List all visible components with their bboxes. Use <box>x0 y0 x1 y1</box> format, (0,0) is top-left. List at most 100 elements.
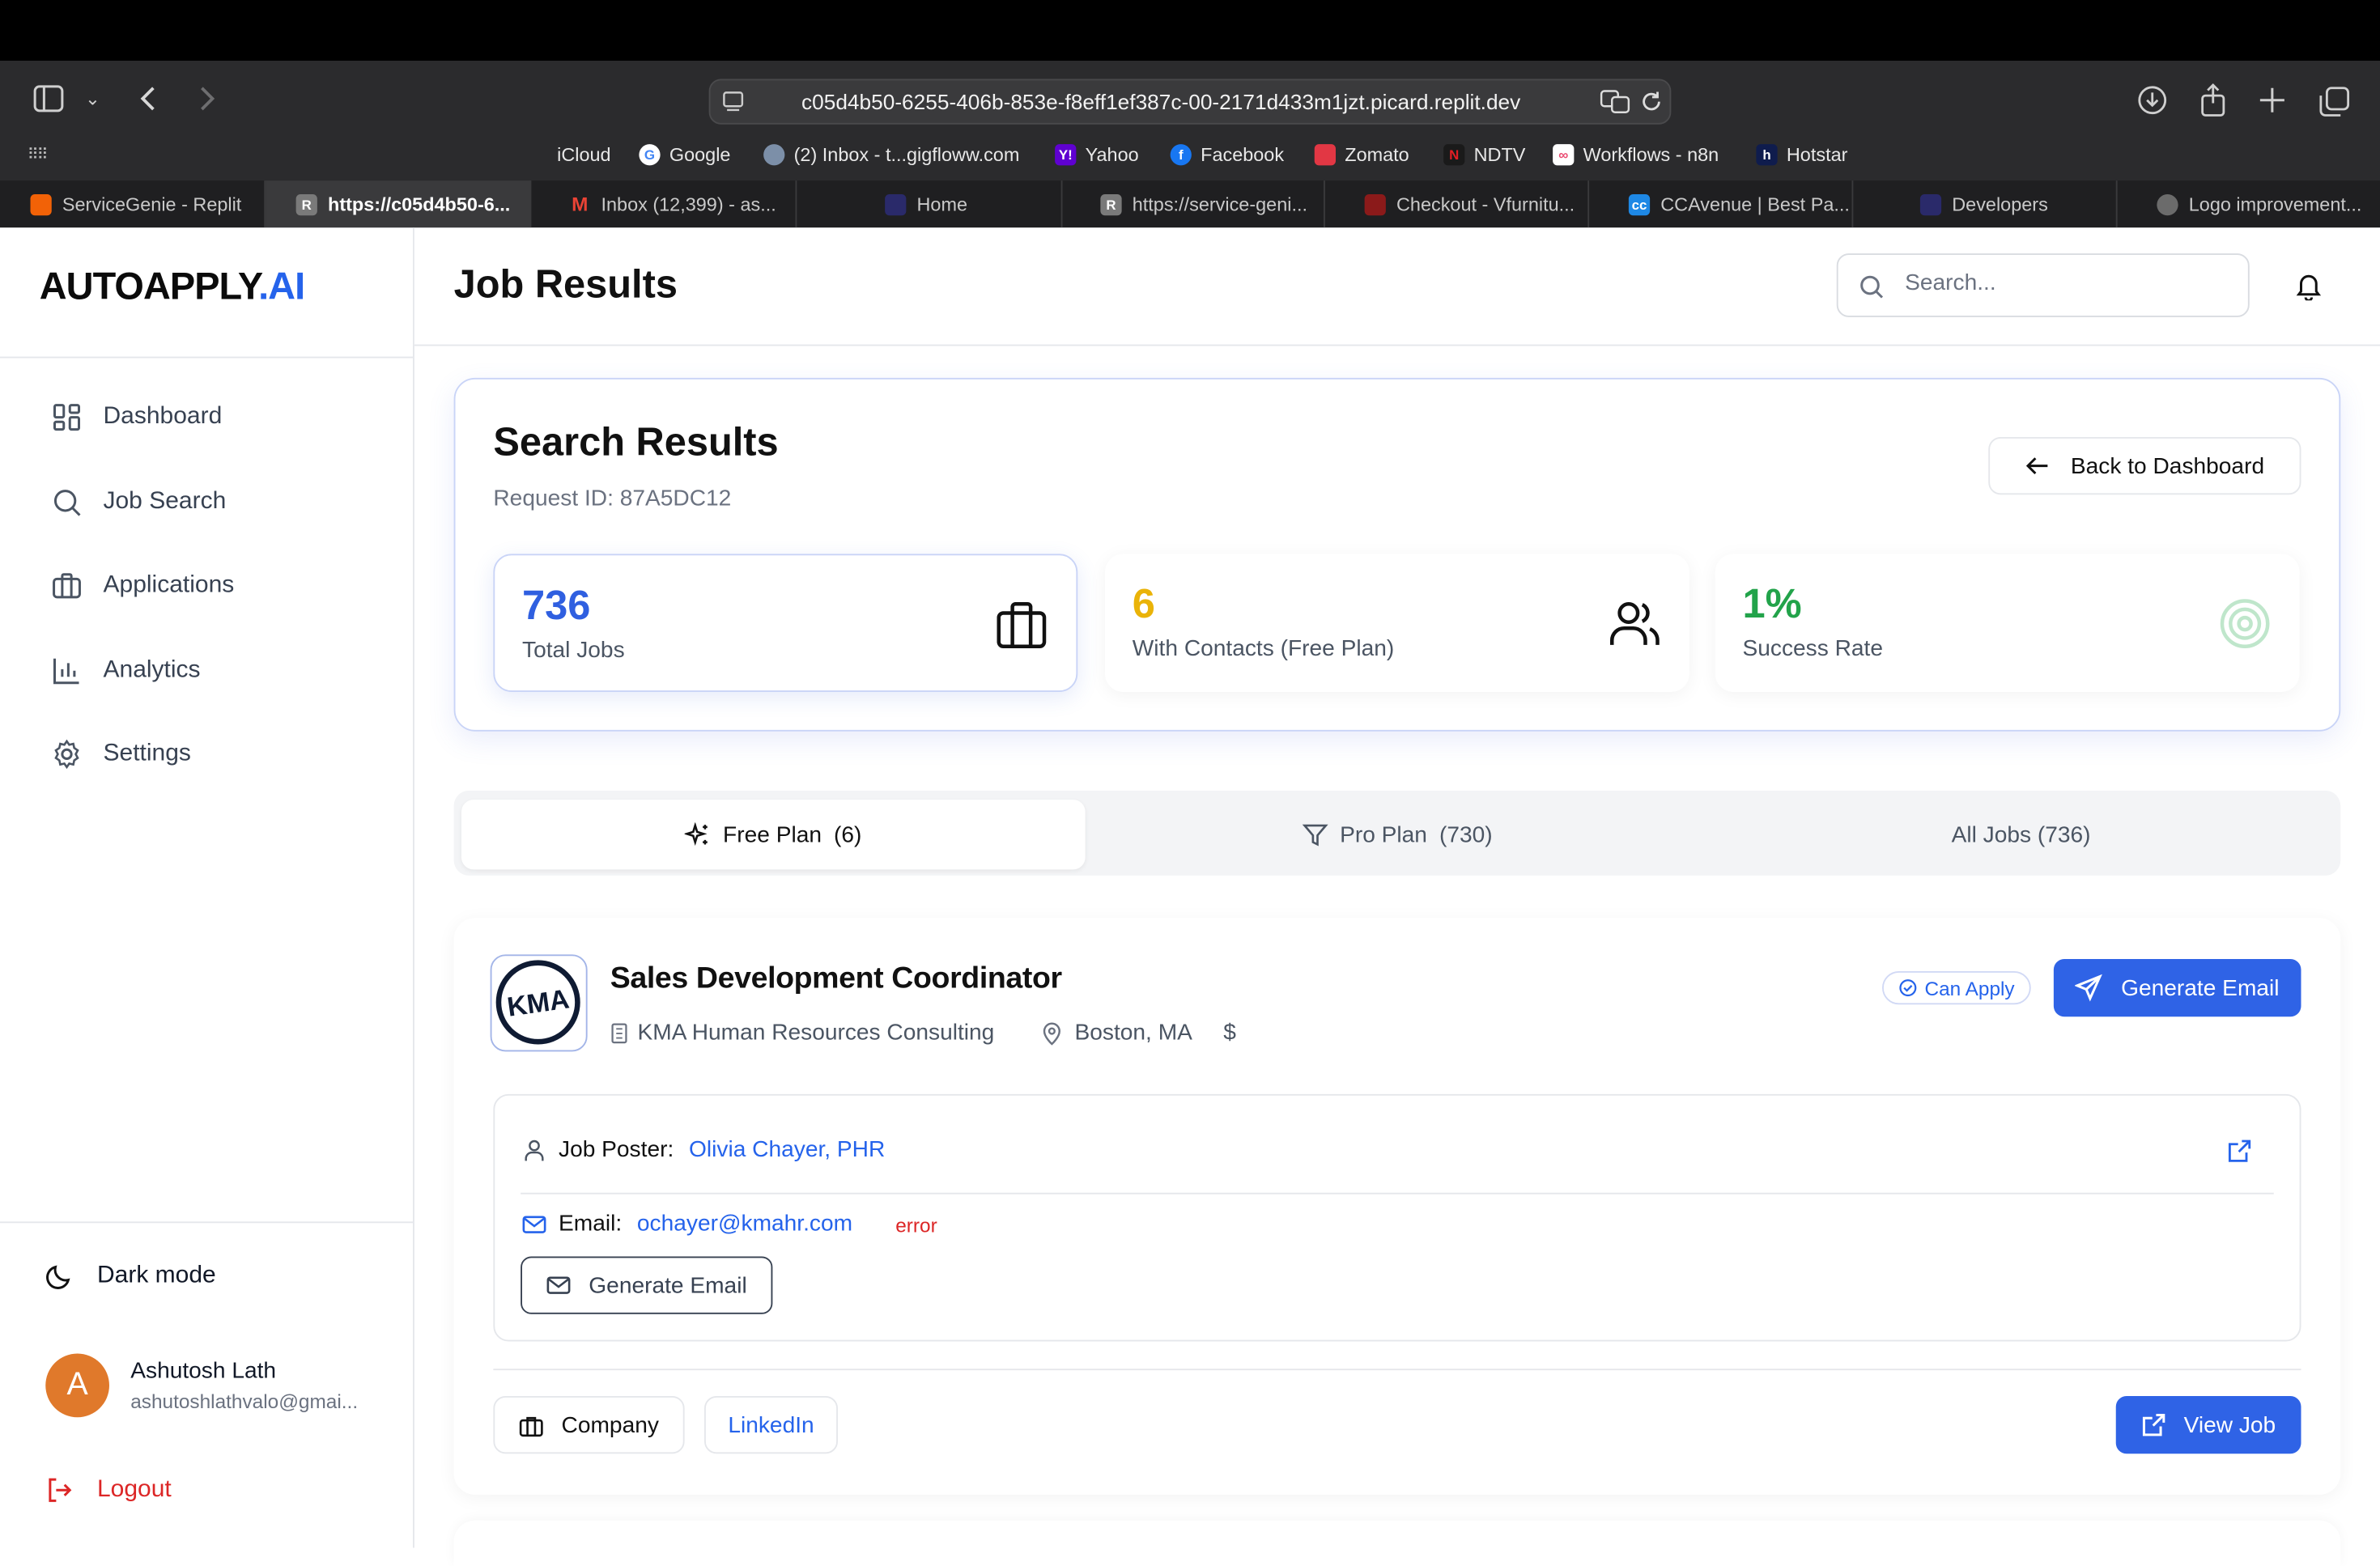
facebook-icon: f <box>1170 144 1192 166</box>
site-settings-icon[interactable] <box>723 91 744 121</box>
apps-grid-icon[interactable]: ⠿⠿ <box>28 147 49 164</box>
stat-success-rate[interactable]: 1% Success Rate <box>1715 554 2300 692</box>
job-location: Boston, MA <box>1041 1020 1192 1046</box>
linkedin-button[interactable]: LinkedIn <box>704 1396 838 1454</box>
user-name: Ashutosh Lath <box>130 1358 277 1384</box>
sidebar-toggle-icon[interactable] <box>33 85 64 120</box>
browser-tab-active[interactable]: R https://c05d4b50-6... <box>266 180 532 228</box>
forward-nav-icon[interactable] <box>194 85 219 120</box>
bell-icon[interactable] <box>2295 272 2323 308</box>
users-icon <box>1610 602 1660 645</box>
r-icon: R <box>1100 193 1122 215</box>
sidebar-item-dashboard[interactable]: Dashboard <box>52 402 222 433</box>
stat-total-jobs[interactable]: 736 Total Jobs <box>493 554 1078 692</box>
search-box[interactable] <box>1836 253 2250 317</box>
email-link[interactable]: ochayer@kmahr.com <box>637 1211 852 1237</box>
bookmark-yahoo[interactable]: Y! Yahoo <box>1055 144 1139 166</box>
moon-icon <box>46 1265 70 1289</box>
bookmark-icloud[interactable]: iCloud <box>527 144 610 165</box>
external-link-icon[interactable] <box>2227 1138 2253 1171</box>
search-icon <box>53 490 81 516</box>
dark-mode-toggle[interactable]: Dark mode <box>45 1263 216 1290</box>
bookmark-google[interactable]: G Google <box>639 144 730 166</box>
job-title: Sales Development Coordinator <box>610 961 1062 995</box>
company-name: KMA Human Resources Consulting <box>610 1020 994 1046</box>
browser-tab[interactable]: R https://service-geni... <box>1063 180 1325 228</box>
generate-email-secondary-button[interactable]: Generate Email <box>521 1256 773 1314</box>
search-input[interactable] <box>1902 268 2242 298</box>
email-status: error <box>895 1214 937 1237</box>
browser-tab[interactable]: Developers <box>1853 180 2118 228</box>
sidebar-divider <box>0 1221 413 1224</box>
stat-label: Success Rate <box>1742 635 1884 662</box>
downloads-icon[interactable] <box>2137 85 2168 123</box>
company-logo: KMA <box>490 954 588 1052</box>
browser-tab[interactable]: Home <box>797 180 1063 228</box>
map-pin-icon <box>1043 1021 1060 1045</box>
app-logo[interactable]: AUTOAPPLY.AI <box>40 265 305 309</box>
stat-label: With Contacts (Free Plan) <box>1132 635 1395 662</box>
top-black-bar <box>0 0 2380 61</box>
gmail-icon: M <box>572 192 589 215</box>
stat-with-contacts[interactable]: 6 With Contacts (Free Plan) <box>1105 554 1689 692</box>
sparkles-icon <box>685 821 708 846</box>
new-tab-icon[interactable] <box>2259 87 2286 121</box>
translate-icon[interactable] <box>1600 90 1630 121</box>
sidebar-item-applications[interactable]: Applications <box>52 571 234 601</box>
sidebar-item-settings[interactable]: Settings <box>52 739 191 770</box>
search-icon <box>1860 275 1884 299</box>
briefcase-icon <box>519 1415 543 1437</box>
bookmark-n8n[interactable]: ∞ Workflows - n8n <box>1553 144 1719 166</box>
browser-tab[interactable]: cc CCAvenue | Best Pa... <box>1589 180 1854 228</box>
browser-tab[interactable]: ServiceGenie - Replit <box>0 180 266 228</box>
back-to-dashboard-button[interactable]: Back to Dashboard <box>1988 437 2301 495</box>
filter-icon <box>1302 823 1328 846</box>
stat-label: Total Jobs <box>522 637 625 664</box>
sidebar-divider <box>0 356 413 359</box>
user-icon <box>525 1139 544 1161</box>
logout-button[interactable]: Logout <box>45 1476 172 1504</box>
back-nav-icon[interactable] <box>137 85 161 120</box>
shop-icon <box>1364 193 1386 215</box>
company-button[interactable]: Company <box>493 1396 685 1454</box>
app-icon <box>885 193 907 215</box>
chevron-down-icon[interactable]: ⌄ <box>85 88 100 109</box>
n8n-icon: ∞ <box>1553 144 1575 166</box>
share-icon[interactable] <box>2199 83 2227 125</box>
poster-name-link[interactable]: Olivia Chayer, PHR <box>689 1136 885 1162</box>
hotstar-icon: h <box>1756 144 1778 166</box>
stat-value: 736 <box>522 583 591 629</box>
generate-email-button[interactable]: Generate Email <box>2053 959 2301 1017</box>
bookmark-zomato[interactable]: Zomato <box>1314 144 1409 166</box>
avatar[interactable]: A <box>45 1353 109 1418</box>
job-card-divider <box>493 1369 2301 1371</box>
mail-icon <box>763 144 785 166</box>
reload-icon[interactable] <box>1639 90 1664 121</box>
building-icon <box>611 1022 627 1043</box>
browser-tab[interactable]: M Inbox (12,399) - as... <box>531 180 797 228</box>
external-link-icon <box>2142 1413 2165 1437</box>
browser-tab[interactable]: Checkout - Vfurnitu... <box>1325 180 1590 228</box>
yahoo-icon: Y! <box>1055 144 1077 166</box>
page-title: Job Results <box>453 261 678 307</box>
target-icon <box>2220 599 2270 648</box>
send-icon <box>2075 974 2103 1002</box>
sidebar-item-job-search[interactable]: Job Search <box>52 487 226 518</box>
r-icon: R <box>295 193 317 215</box>
browser-tab[interactable]: Logo improvement... <box>2118 180 2380 227</box>
tab-all-jobs[interactable]: All Jobs (736) <box>1709 800 2333 869</box>
bookmark-inbox[interactable]: (2) Inbox - t...gigfloww.com <box>763 144 1019 166</box>
replit-icon <box>30 193 52 215</box>
bookmark-hotstar[interactable]: h Hotstar <box>1756 144 1847 166</box>
bookmark-ndtv[interactable]: N NDTV <box>1443 144 1525 166</box>
sidebar-item-analytics[interactable]: Analytics <box>52 656 201 686</box>
tab-overview-icon[interactable] <box>2319 87 2350 125</box>
user-email: ashutoshlathvalo@gmai... <box>130 1390 359 1413</box>
mail-icon <box>522 1215 546 1233</box>
arrow-left-icon <box>2026 457 2048 475</box>
view-job-button[interactable]: View Job <box>2115 1396 2301 1454</box>
apple-icon <box>527 144 548 165</box>
tab-free-plan[interactable]: Free Plan (6) <box>461 800 1086 870</box>
bookmark-facebook[interactable]: f Facebook <box>1170 144 1284 166</box>
tab-pro-plan[interactable]: Pro Plan (730) <box>1086 800 1710 869</box>
